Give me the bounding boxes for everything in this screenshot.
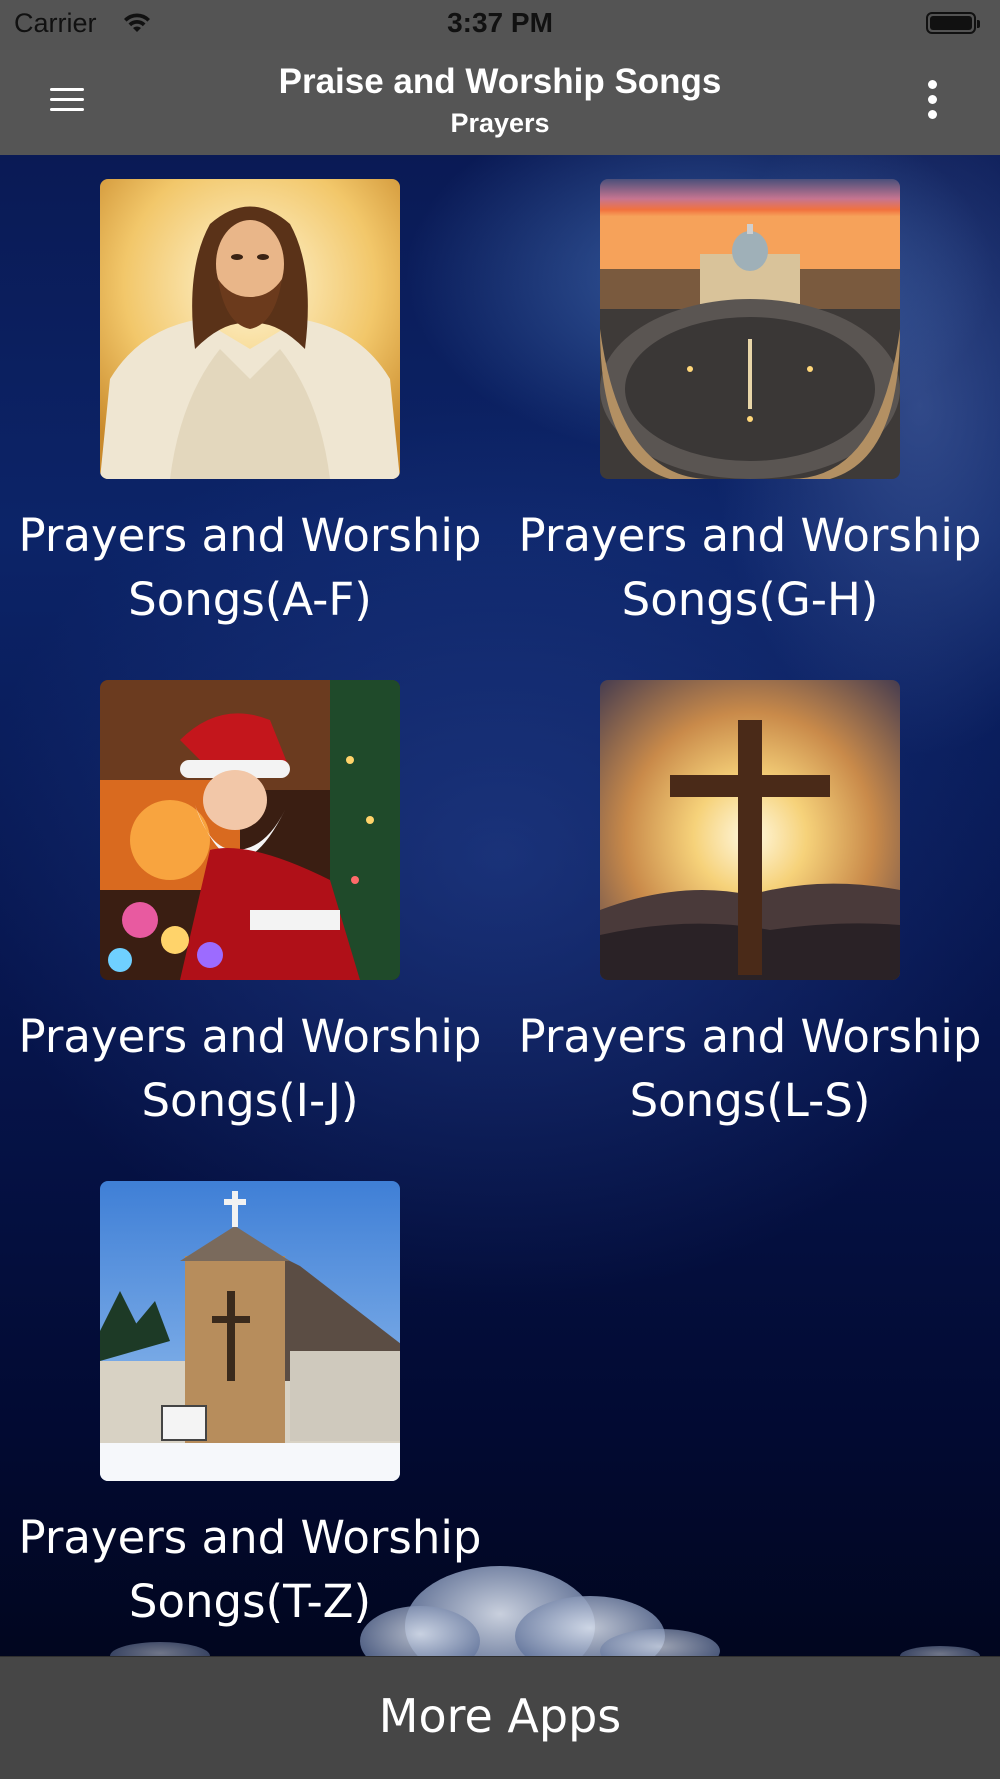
clouds-decoration	[110, 1566, 980, 1656]
category-grid: Prayers and Worship Songs(A-F) Prayers a…	[0, 155, 1000, 1656]
tile-label[interactable]: Prayers and Worship Songs(G-H)	[500, 504, 1000, 632]
tile-label[interactable]: Prayers and Worship Songs(A-F)	[0, 504, 500, 632]
cross-sunset-image[interactable]	[600, 680, 900, 980]
nav-bar: Praise and Worship Songs Prayers	[0, 50, 1000, 155]
more-options-icon[interactable]	[924, 80, 940, 124]
more-apps-button[interactable]: More Apps	[0, 1689, 1000, 1743]
bottom-bar: More Apps	[0, 1656, 1000, 1779]
status-bar: Carrier 3:37 PM	[0, 0, 1000, 50]
battery-icon	[926, 12, 980, 34]
church-winter-image[interactable]	[100, 1181, 400, 1481]
page-subtitle: Prayers	[450, 108, 550, 138]
jesus-portrait-image[interactable]	[100, 179, 400, 479]
tile-label[interactable]: Prayers and Worship Songs(I-J)	[0, 1005, 500, 1133]
page-title: Praise and Worship Songs	[278, 62, 722, 101]
santa-claus-image[interactable]	[100, 680, 400, 980]
clock: 3:37 PM	[447, 7, 553, 38]
tile-label[interactable]: Prayers and Worship Songs(L-S)	[500, 1005, 1000, 1133]
st-peters-square-image[interactable]	[600, 179, 900, 479]
